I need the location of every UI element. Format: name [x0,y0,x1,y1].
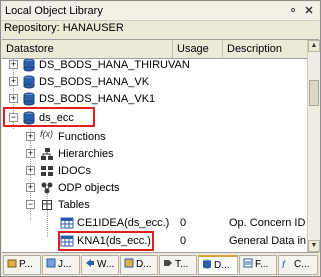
column-header-row: Datastore Usage Description [2,40,307,59]
tree-row-table-ce1idea[interactable]: CE1IDEA(ds_ecc.) 0 Op. Concern ID [2,215,307,232]
table-usage: 0 [180,235,187,247]
database-icon [23,75,35,89]
library-tab-bar: P... J... W... D... T... D... F... f C... [2,252,319,276]
tables-folder-icon [42,200,52,210]
tab-transforms[interactable]: T... [159,255,197,275]
tab-projects[interactable]: P... [3,255,41,275]
table-name: CE1IDEA(ds_ecc.) [77,217,170,229]
hierarchies-label: Hierarchies [58,148,114,160]
object-tree-grid: Datastore Usage Description + DS_BODS_HA… [2,39,320,252]
tab-workflows[interactable]: W... [81,255,119,275]
workflow-icon [86,259,94,267]
highlight-box-kna1 [58,231,154,251]
datastore-label: DS_BODS_HANA_THIRUVAN [39,59,190,71]
collapse-toggle[interactable]: − [26,200,35,209]
tab-label: P... [19,259,33,270]
column-header-datastore[interactable]: Datastore [2,40,173,58]
tab-label: C... [294,259,310,270]
tab-formats[interactable]: F... [239,255,277,275]
tab-custom-functions[interactable]: f C... [278,255,318,275]
highlight-box-ds-ecc [3,107,95,127]
functions-label: Functions [58,131,106,143]
custom-function-icon: f [282,260,285,271]
expand-toggle[interactable]: + [26,149,35,158]
vertical-scrollbar[interactable]: ▲ ▼ [307,40,320,252]
expand-toggle[interactable]: + [9,77,18,86]
datastore-label: DS_BODS_HANA_VK [39,76,150,88]
table-description: Op. Concern ID [229,217,306,229]
tab-dataflows[interactable]: D... [120,255,158,275]
format-icon [243,258,253,268]
expand-toggle[interactable]: + [26,183,35,192]
tab-label: D... [214,260,230,271]
job-icon [46,258,56,268]
title-bar: Local Object Library ⚬ ✕ [2,2,319,21]
scroll-up-arrow-icon[interactable]: ▲ [308,40,320,52]
pin-icon[interactable]: ⚬ [286,4,300,18]
tab-label: D... [136,259,152,270]
table-description: General Data in [229,235,307,247]
tab-jobs[interactable]: J... [42,255,80,275]
local-object-library-window: Local Object Library ⚬ ✕ Repository: HAN… [0,0,321,277]
tree-row-tables[interactable]: − Tables [2,197,307,214]
expand-toggle[interactable]: + [9,60,18,69]
expand-toggle[interactable]: + [9,94,18,103]
tab-label: J... [58,259,72,270]
table-usage: 0 [180,217,187,229]
tree-rows: + DS_BODS_HANA_THIRUVAN + DS_BODS_HANA_V… [2,59,307,252]
tree-row-idocs[interactable]: + IDOCs [2,163,307,180]
tab-datastores[interactable]: D... [198,255,238,275]
tree-row-datastore[interactable]: + DS_BODS_HANA_VK1 [2,91,307,108]
odp-objects-icon [41,182,53,194]
repository-label: Repository: HANAUSER [4,22,124,34]
tree-row-datastore[interactable]: + DS_BODS_HANA_VK [2,74,307,91]
scrollbar-thumb[interactable] [309,80,319,106]
tab-label: F... [255,259,269,270]
tree-row-datastore[interactable]: + DS_BODS_HANA_THIRUVAN [2,59,307,74]
project-icon [7,259,17,268]
tree-row-functions[interactable]: + f(x) Functions [2,129,307,146]
odp-objects-label: ODP objects [58,182,120,194]
datastore-icon [203,259,211,269]
table-icon [60,217,74,229]
tree-row-odp-objects[interactable]: + ODP objects [2,180,307,197]
close-icon[interactable]: ✕ [302,4,316,18]
datastore-label: DS_BODS_HANA_VK1 [39,93,156,105]
idocs-label: IDOCs [58,165,91,177]
tables-label: Tables [58,199,90,211]
column-header-description[interactable]: Description [223,40,307,58]
hierarchy-icon [41,148,53,160]
column-header-usage[interactable]: Usage [173,40,223,58]
expand-toggle[interactable]: + [26,166,35,175]
idoc-icon [41,166,53,176]
function-icon: f(x) [40,129,53,139]
dataflow-icon [124,258,134,268]
tree-row-table-kna1[interactable]: KNA1(ds_ecc.) 0 General Data in [2,233,307,250]
tab-label: W... [97,259,115,270]
database-icon [23,59,35,72]
window-title: Local Object Library [5,5,103,17]
scroll-down-arrow-icon[interactable]: ▼ [308,240,320,252]
tree-row-hierarchies[interactable]: + Hierarchies [2,146,307,163]
tab-label: T... [175,259,189,270]
expand-toggle[interactable]: + [26,132,35,141]
transform-icon [164,260,172,266]
database-icon [23,92,35,106]
